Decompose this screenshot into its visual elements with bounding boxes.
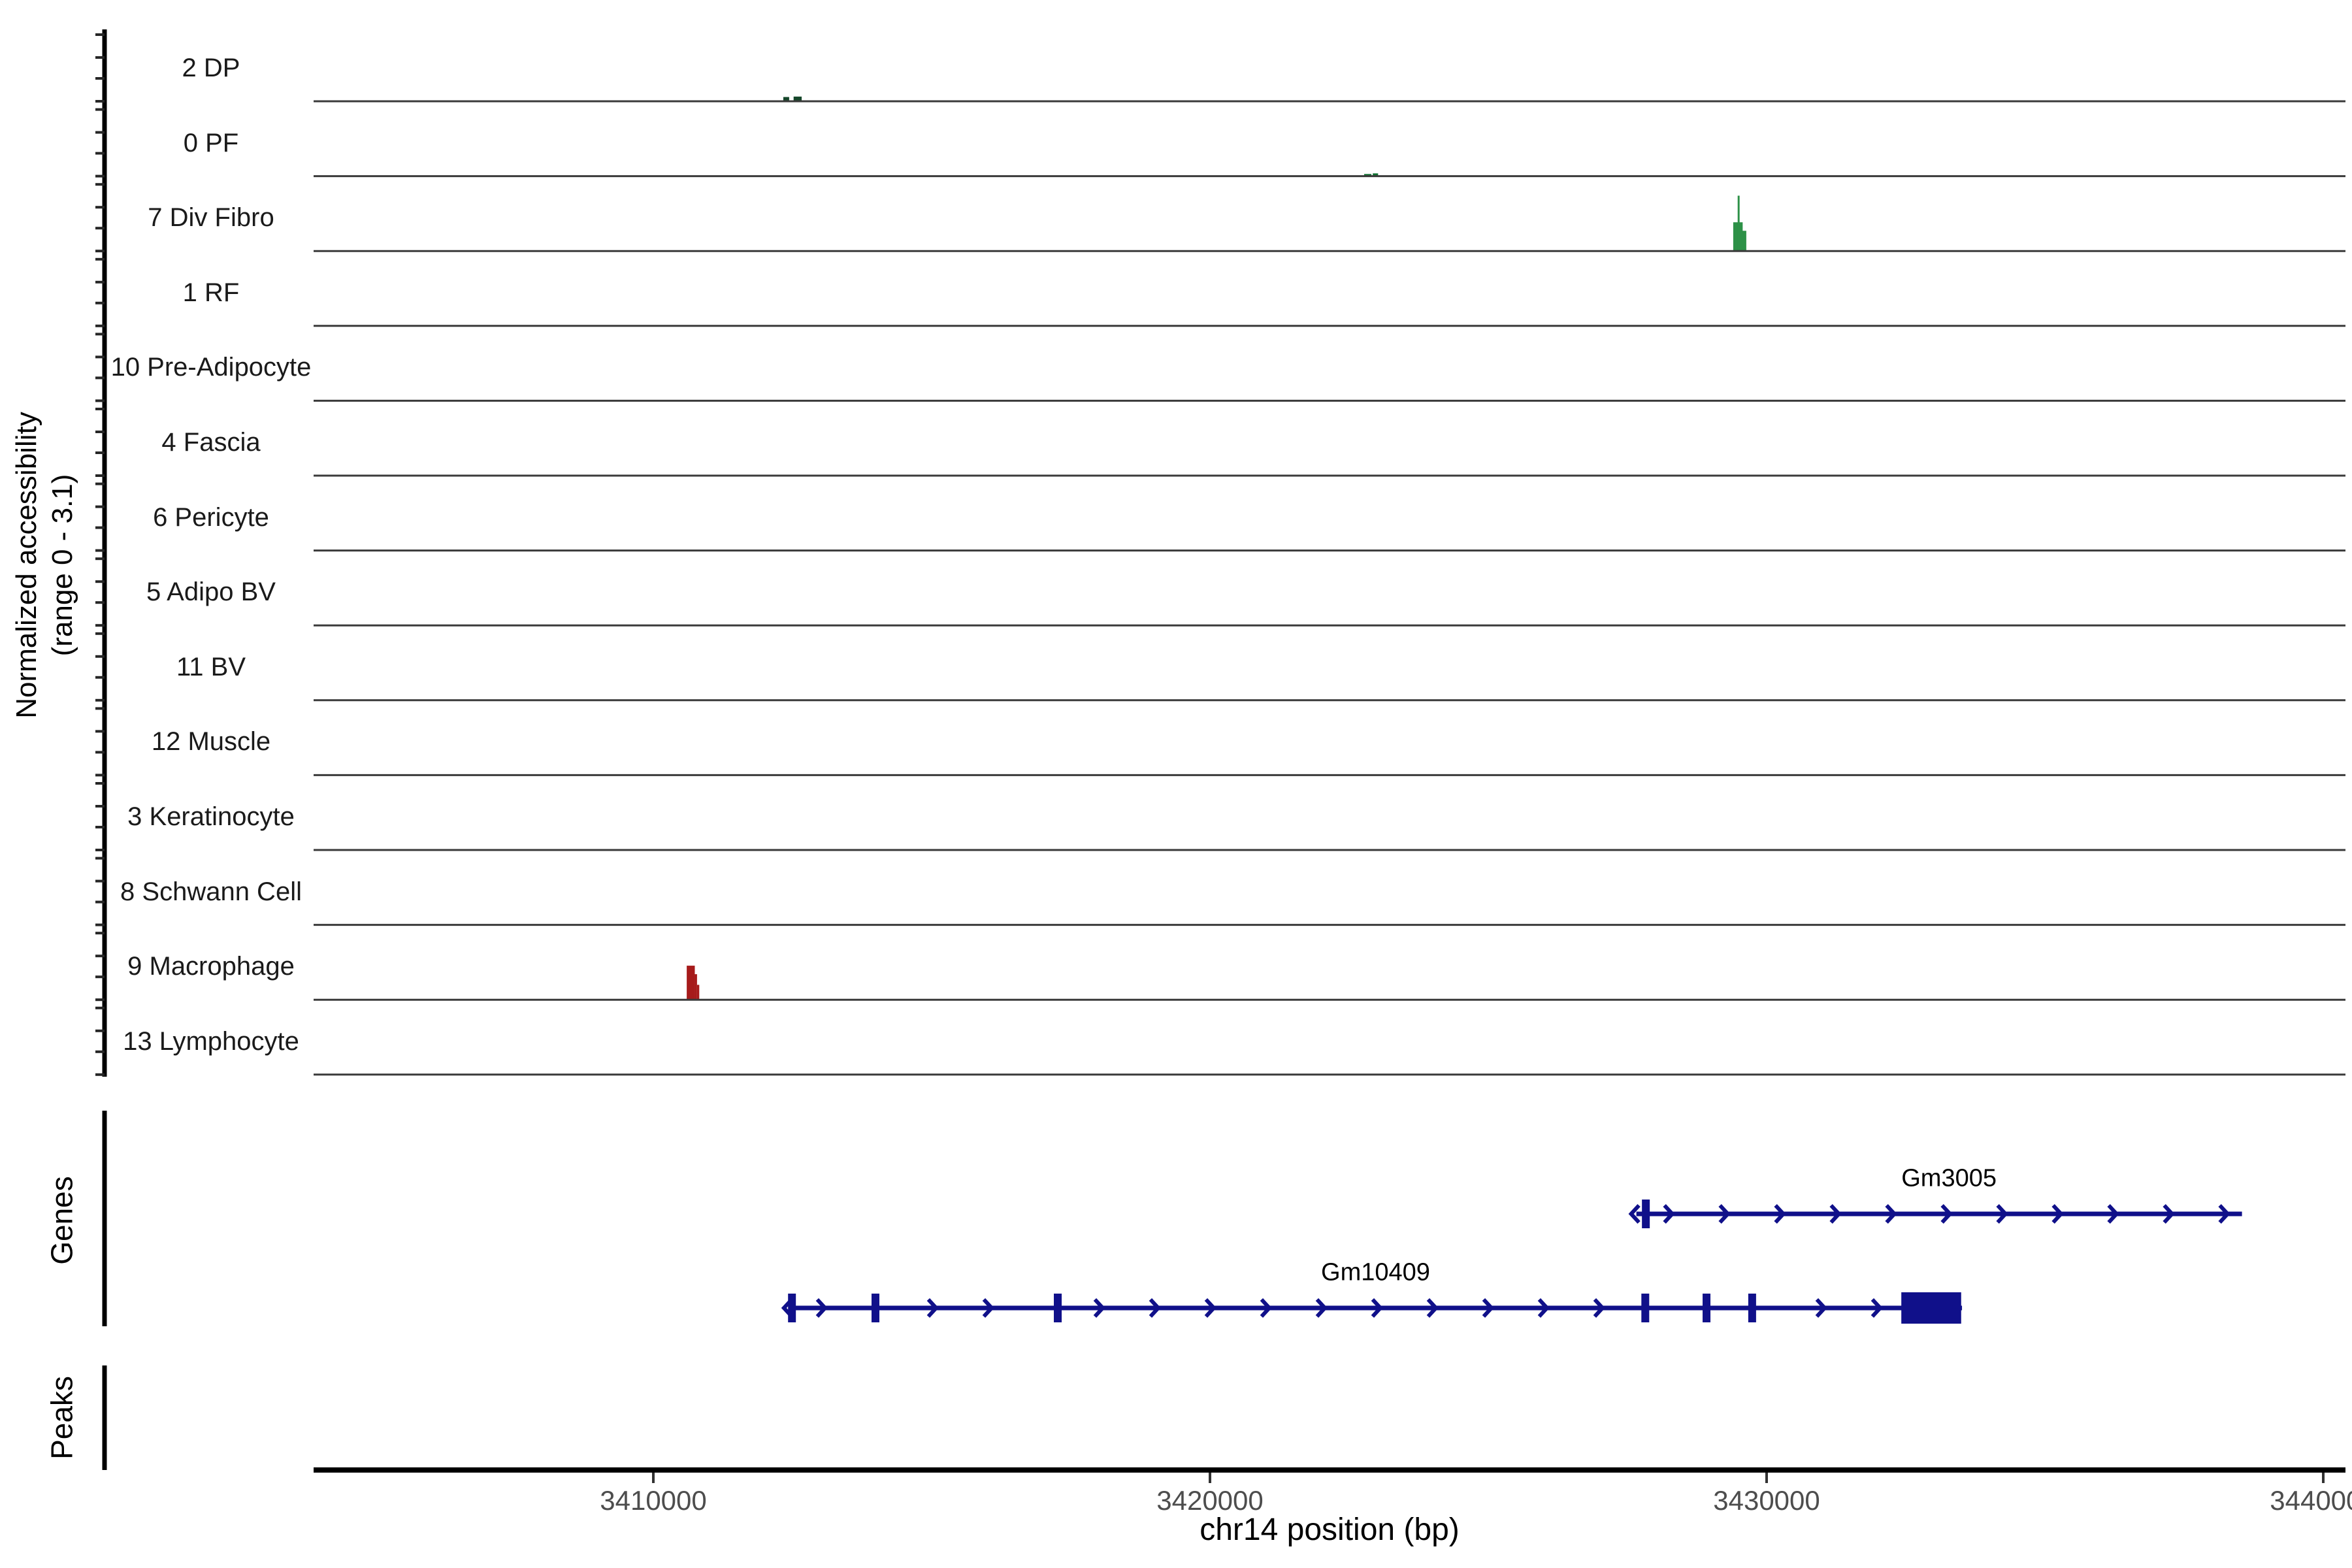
gene-exon-bar: [788, 1294, 796, 1322]
genes-section-label: Genes: [44, 1176, 79, 1265]
track-label: 9 Macrophage: [127, 952, 295, 981]
track-label: 4 Fascia: [161, 428, 261, 457]
gene-exon-bar: [871, 1294, 879, 1322]
track-label: 6 Pericyte: [153, 502, 269, 532]
coverage-peak: [1742, 231, 1746, 252]
track-label: 12 Muscle: [151, 727, 271, 757]
x-axis-tick-label: 3410000: [600, 1484, 707, 1516]
track-label: 0 PF: [183, 128, 239, 157]
x-axis-tick-label: 3430000: [1713, 1484, 1820, 1516]
gene-exon-bar: [1703, 1294, 1711, 1322]
track-label: 1 RF: [182, 278, 240, 307]
coverage-peak: [696, 985, 700, 1000]
gene-name-label: Gm10409: [1321, 1258, 1430, 1286]
track-label: 5 Adipo BV: [146, 578, 276, 607]
track-label: 7 Div Fibro: [148, 203, 274, 233]
plot-canvas: [95, 29, 2345, 1483]
track-label: 2 DP: [182, 54, 240, 82]
gene-name-label: Gm3005: [1901, 1164, 1997, 1192]
track-label: 10 Pre-Adipocyte: [110, 353, 312, 382]
peaks-section-label: Peaks: [44, 1376, 79, 1460]
x-axis-tick-label: 3440000: [2270, 1484, 2352, 1516]
y-axis-title: Normalized accessibility (range 0 - 3.1): [8, 412, 80, 718]
coverage-peak: [1737, 195, 1740, 252]
gene-exon-bar: [1641, 1294, 1650, 1322]
gene-exon-block: [1901, 1292, 1961, 1324]
coverage-peak: [694, 974, 697, 1000]
y-axis-title-line2: (range 0 - 3.1): [46, 474, 78, 657]
gene-exon-bar: [1748, 1294, 1756, 1322]
genome-accessibility-figure: Normalized accessibility (range 0 - 3.1)…: [0, 0, 2352, 1568]
gene-exon-bar: [1054, 1294, 1062, 1322]
track-label: 11 BV: [176, 652, 246, 681]
coverage-peak: [687, 966, 695, 1000]
y-axis-title-line1: Normalized accessibility: [10, 412, 42, 719]
track-label: 3 Keratinocyte: [127, 802, 295, 831]
track-label: 8 Schwann Cell: [120, 877, 302, 906]
track-label: 13 Lymphocyte: [123, 1026, 299, 1056]
x-axis-tick-label: 3420000: [1156, 1484, 1264, 1516]
gene-exon-bar: [1642, 1200, 1650, 1228]
